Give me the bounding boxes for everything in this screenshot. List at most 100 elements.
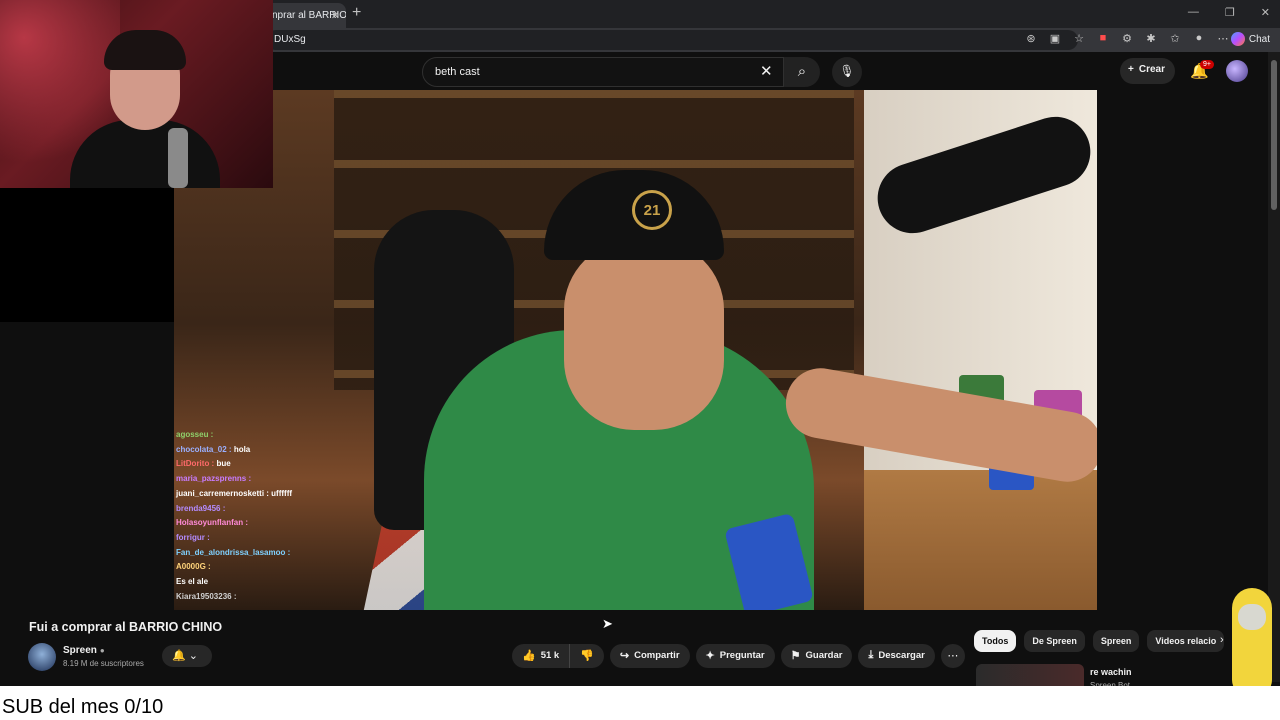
search-icon: ⌕ [797,63,807,80]
tab-close-icon[interactable]: ✕ [331,9,340,22]
chat-username: forrigur : [176,532,210,542]
chat-username: Holasoyunflanfan : [176,518,249,528]
chevron-right-icon[interactable]: › [1220,634,1224,646]
chip-channel[interactable]: Spreen [1092,630,1140,652]
bell-icon: 🔔 [172,650,186,662]
chat-label: Chat [1248,33,1270,45]
chat-message: Es el ale [176,577,209,587]
window-controls: — ❐ ✕ [1188,6,1270,19]
chat-line: LitDorito : bue [176,457,376,472]
adblock-extension-icon[interactable]: ■ [1096,32,1110,45]
extensions-puzzle-icon[interactable]: ✱ [1144,32,1158,45]
save-button[interactable]: ⚑ Guardar [780,644,853,668]
chat-username: chocolata_02 : [176,444,232,454]
chat-line: juani_carremernosketti : uffffff [176,487,376,502]
related-filter-chips: Todos De Spreen Spreen Videos relacio [974,630,1225,652]
subscriber-count: 8.19 M de suscriptores [63,659,144,668]
voice-search-button[interactable]: 🎙 [832,57,862,87]
like-count: 51 k [540,650,560,661]
profile-icon[interactable]: ● [1192,32,1206,45]
verified-icon: ● [99,646,105,655]
share-label: Compartir [634,650,680,661]
chat-message: uffffff [271,488,293,498]
thumbs-up-icon: 👍 [522,650,536,662]
translate-icon[interactable]: ⊛ [1024,32,1038,45]
notifications-badge: 9+ [1200,60,1214,69]
mouse-cursor-icon: ➤ [602,616,613,631]
chip-all[interactable]: Todos [974,630,1017,652]
chip-related-videos[interactable]: Videos relacio [1147,630,1225,652]
chevron-down-icon: ⌄ [188,650,198,662]
video-actions: 👍 51 k 👎 ↪ Compartir ✦ Preguntar ⚑ Guard… [512,644,965,668]
close-window-icon[interactable]: ✕ [1261,6,1270,19]
share-icon: ↪ [619,650,630,662]
copilot-icon [1230,32,1245,46]
thumbs-down-icon: 👎 [580,650,594,662]
chat-line: Es el ale [176,575,376,590]
screen: nprar al BARRIO ✕ + — ❐ ✕ DUxSg ⊛ ▣ ☆ ■ … [0,0,1280,720]
chat-line: maria_pazsprenns : [176,472,376,487]
download-label: Descargar [878,650,925,661]
stream-chat-overlay: agosseu : chocolata_02 : hola LitDorito :… [176,428,376,604]
chat-username: brenda9456 : [176,503,226,513]
overlay-black-box [0,188,174,322]
more-actions-button[interactable]: ⋯ [940,644,965,668]
favorites-icon[interactable]: ✩ [1168,32,1182,45]
address-bar[interactable]: DUxSg [266,30,1078,50]
share-button[interactable]: ↪ Compartir [609,644,690,668]
bookmark-icon: ⚑ [790,650,801,662]
webcam-bottle [168,128,188,188]
chip-from-channel[interactable]: De Spreen [1024,630,1085,652]
dislike-button[interactable]: 👎 [570,644,604,668]
minimize-icon[interactable]: — [1188,6,1199,19]
extension-icon[interactable]: ⚙ [1120,32,1134,45]
bookmark-star-icon[interactable]: ☆ [1072,32,1086,45]
chat-username: maria_pazsprenns : [176,474,252,484]
chat-username: LitDorito : [176,459,215,469]
restore-icon[interactable]: ❐ [1225,6,1235,19]
chat-message: bue [216,459,231,469]
new-tab-icon[interactable]: + [352,4,361,22]
like-dislike-group: 👍 51 k 👎 [512,644,604,668]
clear-search-icon[interactable]: ✕ [760,62,773,80]
copilot-chat-button[interactable]: Chat [1230,32,1270,46]
subscription-bell-button[interactable]: 🔔 ⌄ [162,645,212,667]
chat-username: Fan_de_alondrissa_lasamoo : [176,547,291,557]
chat-line: brenda9456 : [176,502,376,517]
channel-name[interactable]: Spreen ● [63,645,105,656]
video-title: Fui a comprar al BARRIO CHINO [29,620,223,634]
webcam-overlay [0,0,273,188]
create-label: Crear [1138,64,1165,75]
chat-line: Holasoyunflanfan : [176,516,376,531]
ask-button[interactable]: ✦ Preguntar [695,644,775,668]
chat-line: chocolata_02 : hola [176,443,376,458]
search-button[interactable]: ⌕ [784,57,820,87]
account-avatar[interactable] [1226,60,1248,82]
sub-goal-overlay: SUB del mes 0/10 [0,686,1280,720]
chat-line: Kiara19503236 : [176,590,376,605]
sparkle-icon: ✦ [705,650,715,662]
microphone-icon: 🎙 [839,64,855,78]
webcam-person-hair [104,30,186,70]
related-video-thumbnail[interactable] [976,664,1084,686]
download-button[interactable]: ⤓ Descargar [858,644,935,668]
ask-label: Preguntar [719,650,765,661]
scrollbar-thumb[interactable] [1271,60,1277,210]
like-button[interactable]: 👍 51 k [512,644,571,668]
chat-line: forrigur : [176,531,376,546]
video-scene-head [564,240,724,430]
tab-search-icon[interactable]: ▣ [1048,32,1062,45]
chat-line: Fan_de_alondrissa_lasamoo : [176,546,376,561]
menu-icon[interactable]: ⋯ [1216,32,1230,45]
related-video-title[interactable]: re wachin [1090,667,1132,677]
chat-username: agosseu : [176,430,214,439]
more-icon: ⋯ [947,650,959,662]
cap-logo: 21 [632,190,672,230]
chat-message: hola [233,444,251,454]
search-input[interactable]: beth cast [422,57,784,87]
video-scene-table [864,470,1097,610]
chat-username: A0000G : [176,562,211,572]
channel-avatar[interactable] [28,643,56,671]
create-button[interactable]: + Crear [1120,58,1175,84]
plus-icon: + [1128,64,1134,75]
